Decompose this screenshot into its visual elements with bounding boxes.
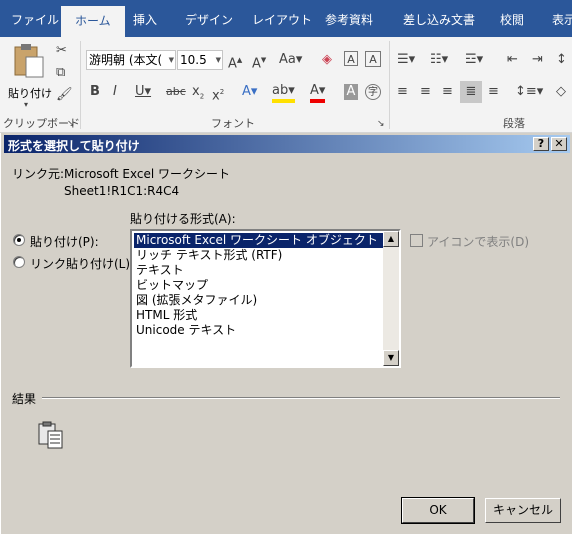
paste-special-dialog: 形式を選択して貼り付け ? ✕ リンク元: Microsoft Excel ワー… [0,133,572,534]
listbox-scrollbar[interactable]: ▲ ▼ [383,231,399,366]
tab-layout[interactable]: レイアウト [252,0,312,37]
shrink-font-icon[interactable]: A▼ [252,52,266,72]
dialog-title: 形式を選択して貼り付け [8,139,140,153]
link-source-value: Microsoft Excel ワークシート [64,167,231,181]
display-as-icon-checkbox[interactable]: アイコンで表示(D) [410,233,530,249]
font-name-combo[interactable]: 游明朝 (本文( ▼ [86,50,176,70]
character-shading-icon[interactable]: A [344,51,358,66]
paste-link-option-label: リンク貼り付け(L): [30,257,135,271]
divider [42,397,560,399]
ribbon-tab-bar: ファイル ホーム 挿入 デザイン レイアウト 参考資料 差し込み文書 校閲 表示 [0,0,572,37]
clipboard-icon [38,421,63,449]
italic-icon[interactable]: I [113,84,117,100]
divider [389,41,390,129]
underline-icon[interactable]: U▾ [135,84,151,100]
chevron-down-icon: ▼ [215,56,221,64]
result-label: 結果 [12,392,37,406]
highlight-icon[interactable]: ab▾ [272,83,295,103]
paste-label: 貼り付け [8,87,52,100]
font-color-icon[interactable]: A▾ [310,83,326,103]
list-item[interactable]: テキスト [134,263,383,278]
radio-button[interactable] [13,234,25,246]
display-as-icon-label: アイコンで表示(D) [427,235,530,249]
character-border-icon[interactable]: A [365,51,381,67]
tab-mailings[interactable]: 差し込み文書 [403,0,475,37]
paste-radio[interactable]: 貼り付け(P): [13,233,123,249]
sort-icon[interactable]: ↕ [556,52,567,68]
scroll-down-icon[interactable]: ▼ [383,350,399,366]
paste-option-label: 貼り付け(P): [30,235,99,249]
cut-icon[interactable]: ✂ [56,43,67,59]
ok-button[interactable]: OK [401,497,475,524]
link-source-label: リンク元: [12,167,65,181]
format-painter-icon[interactable]: 🖌 [56,87,73,103]
ribbon: 貼り付け ▾ ✂ ⧉ 🖌 クリップボード ↘ 游明朝 (本文( ▼ 10.5 ▼… [0,37,572,133]
text-effects-icon[interactable]: A▾ [242,84,257,100]
radio-button[interactable] [13,256,25,268]
font-launcher-icon[interactable]: ↘ [377,116,385,132]
decrease-indent-icon[interactable]: ⇤ [507,52,518,68]
chevron-down-icon: ▾ [24,100,29,109]
list-item[interactable]: HTML 形式 [134,308,383,323]
font-name-value: 游明朝 (本文( [89,53,163,67]
tab-references[interactable]: 参考資料 [325,0,373,37]
shading-icon[interactable]: ◇ [556,84,566,100]
divider [80,41,81,129]
list-item[interactable]: リッチ テキスト形式 (RTF) [134,248,383,263]
paste-icon [14,44,44,78]
font-size-combo[interactable]: 10.5 ▼ [177,50,223,70]
help-button[interactable]: ? [533,137,549,151]
font-group-label: フォント [211,117,255,130]
align-right-icon[interactable]: ≡ [442,84,453,100]
enclose-character-icon[interactable]: 字 [365,84,381,100]
chevron-down-icon: ▼ [168,56,174,64]
close-button[interactable]: ✕ [551,137,567,151]
paragraph-group-label: 段落 [503,117,525,130]
format-label: 貼り付ける形式(A): [130,212,236,226]
align-center-icon[interactable]: ≡ [420,84,431,100]
numbering-icon[interactable]: ☷▾ [430,52,448,68]
list-item[interactable]: Microsoft Excel ワークシート オブジェクト [133,232,384,249]
clipboard-launcher-icon[interactable]: ↘ [67,116,75,132]
tab-review[interactable]: 校閲 [500,0,524,37]
link-range: Sheet1!R1C1:R4C4 [64,184,180,198]
justify-icon[interactable]: ≣ [460,81,482,103]
dialog-titlebar: 形式を選択して貼り付け ? ✕ [4,135,570,153]
grow-font-icon[interactable]: A▲ [228,52,242,72]
superscript-icon[interactable]: x2 [212,84,224,104]
checkbox[interactable] [410,234,423,247]
paste-button[interactable]: 貼り付け ▾ [6,43,52,109]
clear-formatting-icon[interactable]: ◈ [322,52,332,68]
tab-file[interactable]: ファイル [11,0,59,37]
align-left-icon[interactable]: ≡ [397,84,408,100]
change-case-icon[interactable]: Aa▾ [279,52,302,68]
list-item[interactable]: ビットマップ [134,278,383,293]
tab-home[interactable]: ホーム [61,6,125,37]
distributed-icon[interactable]: ≡ [488,84,499,100]
char-shading-icon[interactable]: A [344,84,358,100]
bold-icon[interactable]: B [90,84,100,100]
format-listbox[interactable]: Microsoft Excel ワークシート オブジェクト リッチ テキスト形式… [130,229,401,368]
line-spacing-icon[interactable]: ↕≡▾ [515,84,543,100]
list-item[interactable]: 図 (拡張メタファイル) [134,293,383,308]
scroll-up-icon[interactable]: ▲ [383,231,399,247]
copy-icon[interactable]: ⧉ [56,65,65,81]
tab-design[interactable]: デザイン [185,0,233,37]
increase-indent-icon[interactable]: ⇥ [532,52,543,68]
list-item[interactable]: Unicode テキスト [134,323,383,338]
tab-view[interactable]: 表示 [552,0,572,37]
paste-link-radio[interactable]: リンク貼り付け(L): [13,255,134,271]
bullets-icon[interactable]: ☰▾ [397,52,415,68]
subscript-icon[interactable]: x2 [192,84,204,105]
strikethrough-icon[interactable]: abc [166,84,186,100]
cancel-button[interactable]: キャンセル [485,498,561,523]
multilevel-list-icon[interactable]: ☲▾ [465,52,483,68]
tab-insert[interactable]: 挿入 [133,0,157,37]
font-size-value: 10.5 [180,53,207,67]
